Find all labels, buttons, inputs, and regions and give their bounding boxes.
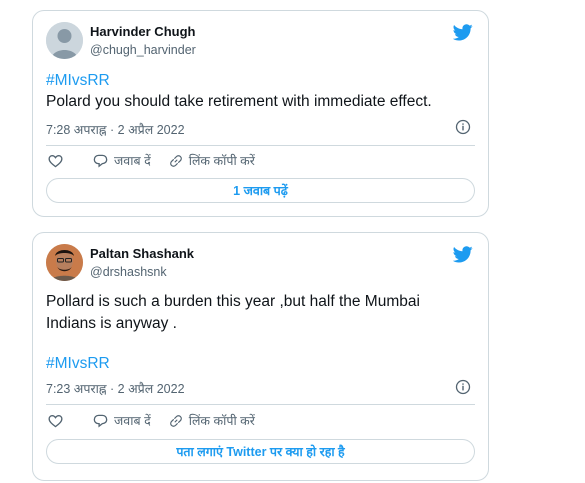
author-name[interactable]: Harvinder Chugh [90, 24, 195, 39]
divider [46, 145, 475, 146]
copy-link-label: लिंक कॉपी करें [188, 414, 255, 428]
tweet-card: Paltan Shashank @drshashsnk Pollard is s… [32, 232, 489, 481]
tweet-actions: जवाब दें लिंक कॉपी करें [48, 412, 273, 429]
link-icon [169, 414, 182, 427]
reply-icon [93, 414, 108, 427]
hashtag-link[interactable]: #MIvsRR [46, 355, 110, 373]
copy-link-label: लिंक कॉपी करें [188, 154, 255, 168]
tweet-text-line-1: Pollard is such a burden this year ,but … [46, 293, 420, 310]
twitter-bird-icon[interactable] [453, 24, 473, 41]
explore-twitter-button[interactable]: पता लगाएं Twitter पर क्या हो रहा है [46, 439, 475, 464]
avatar[interactable] [46, 244, 83, 281]
heart-icon [48, 154, 63, 167]
copy-link-button[interactable]: लिंक कॉपी करें [169, 152, 255, 169]
tweet-actions: जवाब दें लिंक कॉपी करें [48, 152, 273, 169]
info-icon[interactable] [455, 119, 471, 135]
read-replies-button[interactable]: 1 जवाब पढ़ें [46, 178, 475, 203]
like-button[interactable] [48, 414, 69, 428]
like-button[interactable] [48, 154, 69, 168]
default-avatar-icon [46, 22, 83, 59]
tweet-timestamp[interactable]: 7:28 अपराह्न · 2 अप्रैल 2022 [46, 121, 185, 138]
hashtag-link[interactable]: #MIvsRR [46, 72, 110, 90]
info-icon[interactable] [455, 379, 471, 395]
avatar[interactable] [46, 22, 83, 59]
author-name[interactable]: Paltan Shashank [90, 246, 194, 261]
reply-label: जवाब दें [114, 414, 151, 428]
heart-icon [48, 414, 63, 427]
reply-label: जवाब दें [114, 154, 151, 168]
divider [46, 404, 475, 405]
tweet-card: Harvinder Chugh @chugh_harvinder #MIvsRR… [32, 10, 489, 217]
reply-icon [93, 154, 108, 167]
twitter-bird-icon[interactable] [453, 246, 473, 263]
tweet-timestamp[interactable]: 7:23 अपराह्न · 2 अप्रैल 2022 [46, 380, 185, 397]
reply-button[interactable]: जवाब दें [93, 412, 151, 429]
reply-button[interactable]: जवाब दें [93, 152, 151, 169]
tweet-text: Polard you should take retirement with i… [46, 93, 432, 110]
tweet-text-line-2: Indians is anyway . [46, 315, 177, 332]
author-handle[interactable]: @drshashsnk [90, 265, 167, 279]
profile-photo-icon [46, 244, 83, 281]
link-icon [169, 154, 182, 167]
author-handle[interactable]: @chugh_harvinder [90, 43, 196, 57]
copy-link-button[interactable]: लिंक कॉपी करें [169, 412, 255, 429]
